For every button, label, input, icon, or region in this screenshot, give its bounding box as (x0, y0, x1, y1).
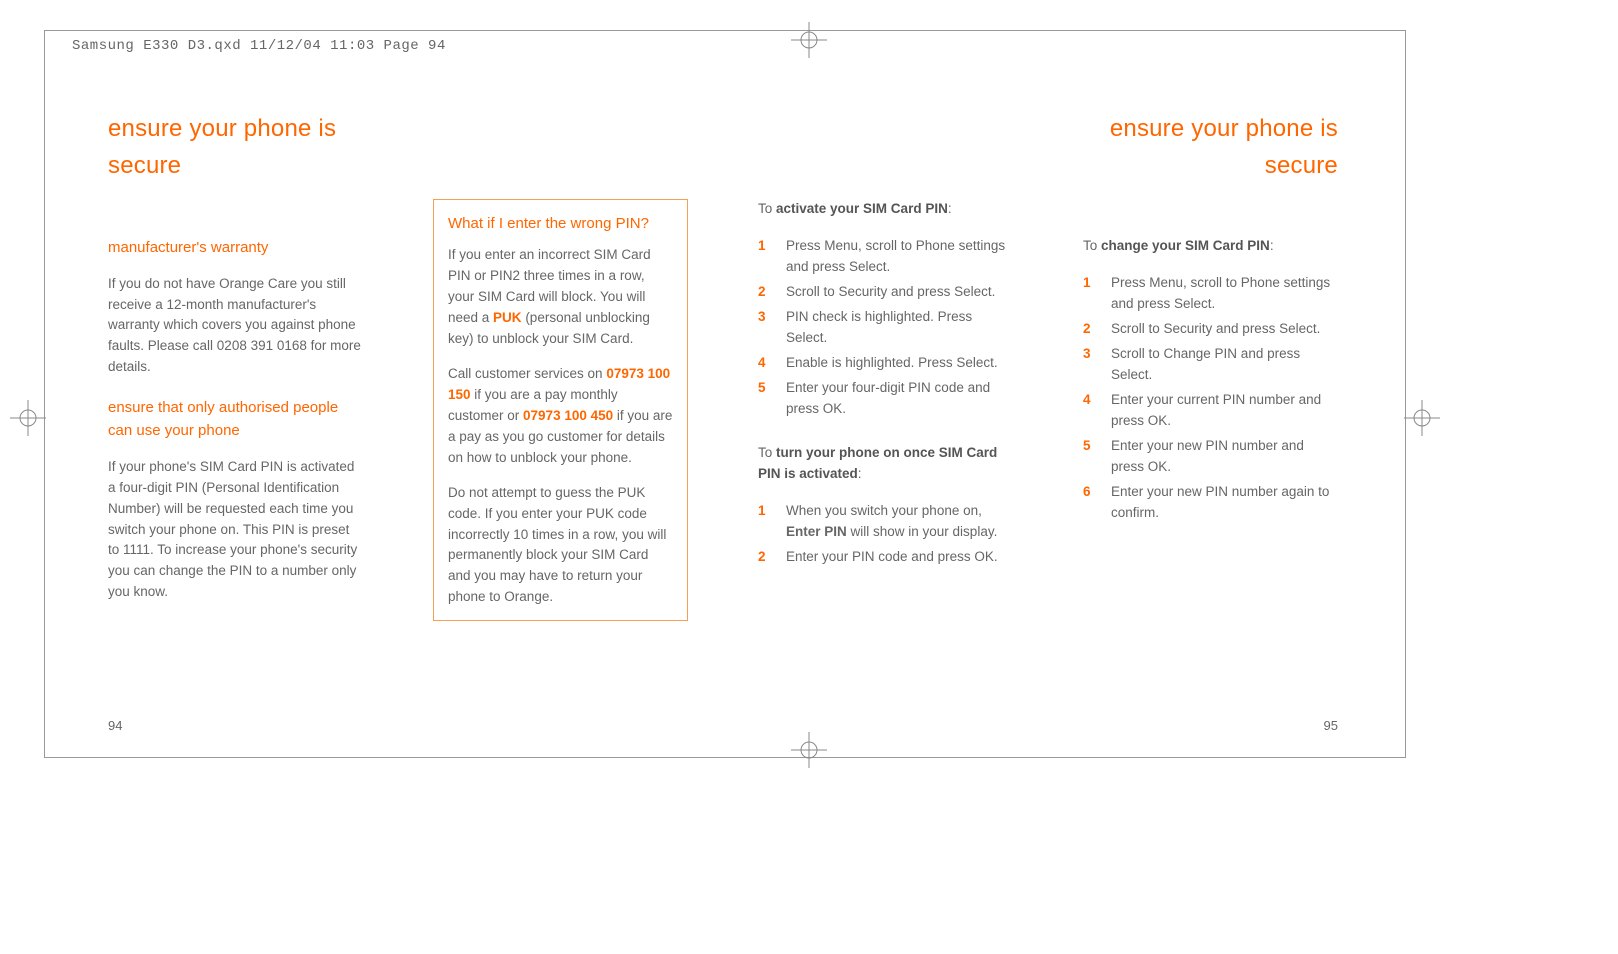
list-item: 5 Enter your new PIN number and press OK. (1083, 436, 1338, 478)
paragraph-authorised: If your phone's SIM Card PIN is activate… (108, 457, 363, 603)
page-spread: ensure your phone is secure manufacturer… (108, 110, 1338, 621)
step-text: Scroll to Security and press Select. (786, 284, 995, 299)
text: To (758, 201, 776, 216)
column-2: . What if I enter the wrong PIN? If you … (433, 110, 688, 621)
bold: turn your phone on once SIM Card PIN is … (758, 445, 997, 481)
heading-warranty: manufacturer's warranty (108, 236, 363, 259)
step-number: 2 (758, 282, 766, 303)
list-item: 1 Press Menu, scroll to Phone settings an… (1083, 273, 1338, 315)
list-item: 6 Enter your new PIN number again to conf… (1083, 482, 1338, 524)
step-text: Enter your new PIN number and press OK. (1111, 438, 1304, 474)
text: When you switch your phone on, (786, 503, 982, 518)
step-text: PIN check is highlighted. Press Select. (786, 309, 972, 345)
step-number: 6 (1083, 482, 1091, 503)
bold: change your SIM Card PIN (1101, 238, 1270, 253)
prepress-slug: Samsung E330 D3.qxd 11/12/04 11:03 Page … (72, 36, 446, 58)
lead-change-pin: To change your SIM Card PIN: (1083, 236, 1338, 257)
lead-turn-on: To turn your phone on once SIM Card PIN … (758, 443, 1013, 485)
steps-activate-pin: 1 Press Menu, scroll to Phone settings an… (758, 236, 1013, 419)
steps-turn-on: 1 When you switch your phone on, Enter PI… (758, 501, 1013, 568)
list-item: 4 Enable is highlighted. Press Select. (758, 353, 1013, 374)
list-item: 1 When you switch your phone on, Enter PI… (758, 501, 1013, 543)
step-number: 1 (758, 501, 766, 522)
paragraph-warranty: If you do not have Orange Care you still… (108, 274, 363, 379)
page-title-right: ensure your phone is secure (1083, 110, 1338, 184)
list-item: 5 Enter your four-digit PIN code and pres… (758, 378, 1013, 420)
text: To (758, 445, 776, 460)
page-number-left: 94 (108, 716, 122, 736)
registration-mark-icon (791, 732, 827, 768)
heading-authorised: ensure that only authorised people can u… (108, 396, 363, 443)
paragraph-puk: If you enter an incorrect SIM Card PIN o… (448, 245, 673, 350)
steps-change-pin: 1 Press Menu, scroll to Phone settings an… (1083, 273, 1338, 523)
step-text: Scroll to Security and press Select. (1111, 321, 1320, 336)
paragraph-customer-service: Call customer services on 07973 100 150 … (448, 364, 673, 469)
step-number: 3 (1083, 344, 1091, 365)
step-text: Press Menu, scroll to Phone settings and… (1111, 275, 1330, 311)
step-text: Enter your current PIN number and press … (1111, 392, 1321, 428)
step-text: Enter your four-digit PIN code and press… (786, 380, 990, 416)
text: : (858, 466, 862, 481)
page-number-right: 95 (1324, 716, 1338, 736)
text: will show in your display. (847, 524, 998, 539)
step-number: 5 (1083, 436, 1091, 457)
step-number: 2 (758, 547, 766, 568)
step-number: 4 (758, 353, 766, 374)
paragraph-puk-warning: Do not attempt to guess the PUK code. If… (448, 483, 673, 609)
registration-mark-icon (1404, 400, 1440, 436)
page-title-left: ensure your phone is secure (108, 110, 363, 184)
cropmark-bottom (44, 751, 1406, 758)
text: Call customer services on (448, 366, 606, 381)
step-number: 5 (758, 378, 766, 399)
step-text: Enter your new PIN number again to confi… (1111, 484, 1329, 520)
list-item: 2 Enter your PIN code and press OK. (758, 547, 1013, 568)
text: To (1083, 238, 1101, 253)
highlight-phone-number: 07973 100 450 (523, 408, 613, 423)
step-number: 2 (1083, 319, 1091, 340)
list-item: 1 Press Menu, scroll to Phone settings an… (758, 236, 1013, 278)
list-item: 2 Scroll to Security and press Select. (1083, 319, 1338, 340)
list-item: 3 PIN check is highlighted. Press Select. (758, 307, 1013, 349)
step-text: Scroll to Change PIN and press Select. (1111, 346, 1300, 382)
bold: activate your SIM Card PIN (776, 201, 948, 216)
step-number: 3 (758, 307, 766, 328)
text: : (948, 201, 952, 216)
cropmark-left (44, 30, 51, 758)
step-text: Enable is highlighted. Press Select. (786, 355, 998, 370)
column-1: ensure your phone is secure manufacturer… (108, 110, 363, 621)
list-item: 3 Scroll to Change PIN and press Select. (1083, 344, 1338, 386)
step-number: 4 (1083, 390, 1091, 411)
registration-mark-icon (10, 400, 46, 436)
heading-wrong-pin: What if I enter the wrong PIN? (448, 212, 673, 235)
registration-mark-icon (791, 22, 827, 58)
bold: Enter PIN (786, 524, 847, 539)
list-item: 4 Enter your current PIN number and press… (1083, 390, 1338, 432)
info-box-wrong-pin: What if I enter the wrong PIN? If you en… (433, 199, 688, 621)
highlight-puk: PUK (493, 310, 522, 325)
step-text: Press Menu, scroll to Phone settings and… (786, 238, 1005, 274)
cropmark-right (1399, 30, 1406, 758)
step-number: 1 (758, 236, 766, 257)
step-text: When you switch your phone on, Enter PIN… (786, 503, 997, 539)
column-4: ensure your phone is secure To change yo… (1083, 110, 1338, 621)
column-3: . To activate your SIM Card PIN: 1Press … (758, 110, 1013, 621)
step-text: Enter your PIN code and press OK. (786, 549, 998, 564)
list-item: 2 Scroll to Security and press Select. (758, 282, 1013, 303)
lead-activate-pin: To activate your SIM Card PIN: (758, 199, 1013, 220)
step-number: 1 (1083, 273, 1091, 294)
text: : (1270, 238, 1274, 253)
